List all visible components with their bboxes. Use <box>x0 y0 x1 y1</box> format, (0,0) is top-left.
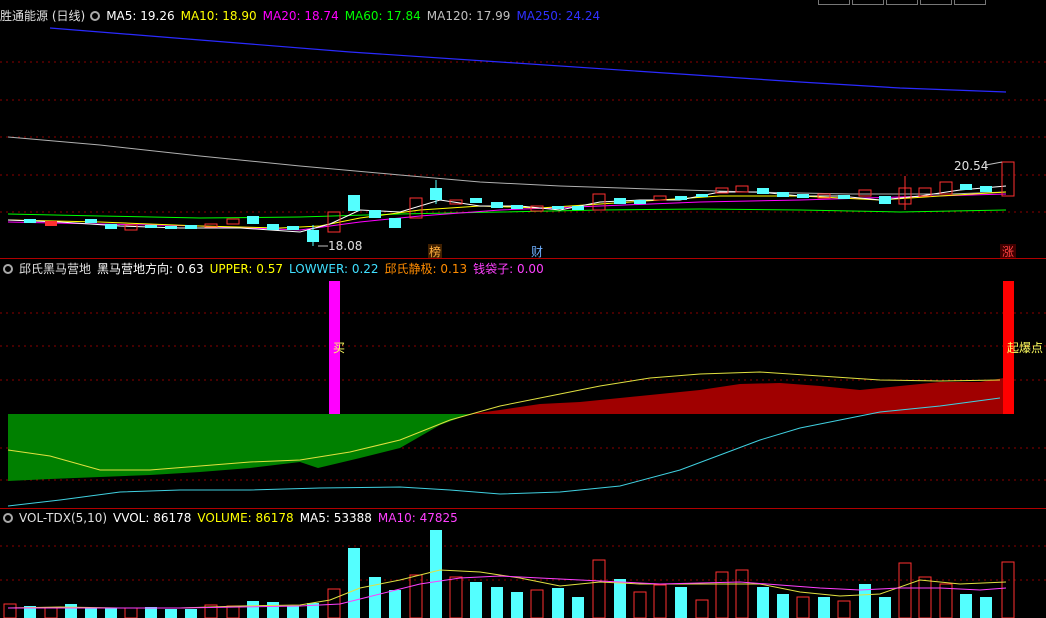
grid-lines <box>0 61 1046 581</box>
vol-ma5-line <box>7 569 1007 609</box>
ma120-line <box>7 136 1007 195</box>
volume-bars <box>3 530 1015 618</box>
vol-ma10-line <box>8 575 1007 609</box>
ma250-line <box>49 27 1007 93</box>
chart-canvas[interactable]: 20.54 18.08 榜 财 涨 买 起爆点 <box>0 0 1046 618</box>
high-label: 20.54 <box>954 159 988 173</box>
bang-marker[interactable]: 榜 <box>429 244 441 259</box>
ma60-line <box>7 208 1007 219</box>
cai-marker[interactable]: 财 <box>531 245 543 259</box>
buy-label: 买 <box>333 341 345 355</box>
breakout-label: 起爆点 <box>1007 341 1043 355</box>
high-pointer <box>985 161 1003 166</box>
zhang-marker[interactable]: 涨 <box>1002 244 1014 259</box>
low-label: 18.08 <box>328 239 362 253</box>
green-area <box>8 414 470 481</box>
